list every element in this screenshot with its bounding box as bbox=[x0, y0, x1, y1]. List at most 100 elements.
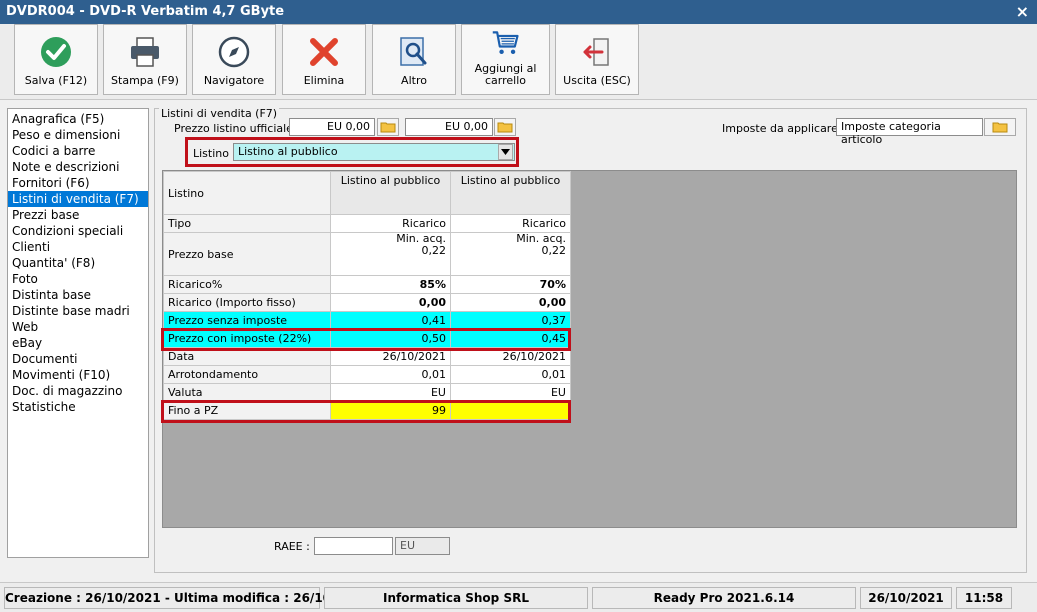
status-company: Informatica Shop SRL bbox=[324, 587, 588, 609]
folder-button-2[interactable] bbox=[494, 118, 516, 136]
price-grid: Listino Listino al pubblico Listino al p… bbox=[161, 170, 1017, 528]
cell-tipo-2[interactable]: Ricarico bbox=[450, 214, 571, 233]
toolbar: Salva (F12) Stampa (F9) Navigatore Elimi… bbox=[0, 24, 1037, 100]
delete-x-icon bbox=[310, 38, 338, 66]
sidebar-item-documenti[interactable]: Documenti bbox=[8, 351, 148, 367]
exit-door-icon bbox=[583, 38, 609, 66]
cell-tipo-1[interactable]: Ricarico bbox=[330, 214, 451, 233]
status-time: 11:58 bbox=[956, 587, 1012, 609]
sidebar-item-condizioni[interactable]: Condizioni speciali bbox=[8, 223, 148, 239]
sidebar-item-doc-magazzino[interactable]: Doc. di magazzino bbox=[8, 383, 148, 399]
header-label-cell: Listino bbox=[163, 171, 331, 215]
folder-icon bbox=[992, 122, 1008, 133]
listino-select[interactable]: Listino al pubblico bbox=[233, 143, 515, 161]
add-to-cart-label: Aggiungi al carrello bbox=[474, 62, 537, 87]
cell-senza-imposte-2[interactable]: 0,37 bbox=[450, 311, 571, 330]
sidebar-item-prezzi-base[interactable]: Prezzi base bbox=[8, 207, 148, 223]
printer-icon bbox=[131, 37, 159, 67]
sidebar-item-movimenti[interactable]: Movimenti (F10) bbox=[8, 367, 148, 383]
status-date: 26/10/2021 bbox=[860, 587, 952, 609]
sidebar-item-foto[interactable]: Foto bbox=[8, 271, 148, 287]
raee-field[interactable] bbox=[314, 537, 393, 555]
cell-valuta-2[interactable]: EU bbox=[450, 383, 571, 402]
folder-icon bbox=[380, 122, 396, 133]
status-version: Ready Pro 2021.6.14 bbox=[592, 587, 856, 609]
row-label-tipo: Tipo bbox=[163, 214, 331, 233]
add-to-cart-button[interactable]: Aggiungi al carrello bbox=[461, 24, 550, 95]
row-label-ricarico-fisso: Ricarico (Importo fisso) bbox=[163, 293, 331, 312]
fino-a-pz-highlight-frame bbox=[161, 400, 571, 423]
cell-ricarico-fisso-2[interactable]: 0,00 bbox=[450, 293, 571, 312]
row-label-valuta: Valuta bbox=[163, 383, 331, 402]
compass-icon bbox=[218, 36, 250, 68]
delete-label: Elimina bbox=[303, 74, 345, 87]
cell-ricarico-pct-2[interactable]: 70% bbox=[450, 275, 571, 294]
cell-ricarico-pct-1[interactable]: 85% bbox=[330, 275, 451, 294]
close-icon[interactable]: × bbox=[1016, 2, 1029, 21]
sidebar-nav: Anagrafica (F5) Peso e dimensioni Codici… bbox=[7, 108, 149, 558]
cell-prezzo-base-1[interactable]: Min. acq. 0,22 bbox=[330, 232, 451, 276]
listino-dropdown-button[interactable] bbox=[498, 144, 513, 160]
chevron-down-icon bbox=[501, 149, 510, 155]
listino-selected-value: Listino al pubblico bbox=[238, 145, 338, 158]
price-table: Listino Listino al pubblico Listino al p… bbox=[163, 171, 571, 420]
group-legend: Listini di vendita (F7) bbox=[159, 107, 280, 120]
status-bar: Creazione : 26/10/2021 - Ultima modifica… bbox=[0, 582, 1037, 612]
folder-button-1[interactable] bbox=[377, 118, 399, 136]
cell-valuta-1[interactable]: EU bbox=[330, 383, 451, 402]
save-label: Salva (F12) bbox=[24, 74, 88, 87]
exit-button[interactable]: Uscita (ESC) bbox=[555, 24, 639, 95]
exit-label: Uscita (ESC) bbox=[563, 74, 631, 87]
sidebar-item-distinta[interactable]: Distinta base bbox=[8, 287, 148, 303]
sidebar-item-quantita[interactable]: Quantita' (F8) bbox=[8, 255, 148, 271]
cell-ricarico-fisso-1[interactable]: 0,00 bbox=[330, 293, 451, 312]
delete-button[interactable]: Elimina bbox=[282, 24, 366, 95]
column-header-1[interactable]: Listino al pubblico bbox=[330, 171, 451, 215]
window-titlebar: DVDR004 - DVD-R Verbatim 4,7 GByte × bbox=[0, 0, 1037, 24]
sidebar-item-listini[interactable]: Listini di vendita (F7) bbox=[8, 191, 148, 207]
sidebar-item-statistiche[interactable]: Statistiche bbox=[8, 399, 148, 415]
sidebar-item-distinte-madri[interactable]: Distinte base madri bbox=[8, 303, 148, 319]
taxes-label: Imposte da applicare : bbox=[722, 122, 846, 135]
checkmark-icon bbox=[41, 37, 71, 67]
print-label: Stampa (F9) bbox=[111, 74, 179, 87]
print-button[interactable]: Stampa (F9) bbox=[103, 24, 187, 95]
cell-senza-imposte-1[interactable]: 0,41 bbox=[330, 311, 451, 330]
search-document-icon bbox=[400, 37, 427, 66]
listino-label: Listino : bbox=[193, 147, 237, 160]
sidebar-item-clienti[interactable]: Clienti bbox=[8, 239, 148, 255]
sidebar-item-ebay[interactable]: eBay bbox=[8, 335, 148, 351]
sidebar-item-codici[interactable]: Codici a barre bbox=[8, 143, 148, 159]
taxes-field[interactable]: Imposte categoria articolo bbox=[836, 118, 983, 146]
navigator-label: Navigatore bbox=[203, 74, 265, 87]
taxes-folder-button[interactable] bbox=[984, 118, 1016, 136]
column-header-2[interactable]: Listino al pubblico bbox=[450, 171, 571, 215]
sidebar-item-note[interactable]: Note e descrizioni bbox=[8, 159, 148, 175]
official-price-field-1[interactable]: EU 0,00 bbox=[289, 118, 375, 136]
sidebar-item-anagrafica[interactable]: Anagrafica (F5) bbox=[8, 111, 148, 127]
cell-prezzo-base-2[interactable]: Min. acq. 0,22 bbox=[450, 232, 571, 276]
con-imposte-highlight-frame bbox=[161, 328, 571, 351]
cell-arrotondamento-1[interactable]: 0,01 bbox=[330, 365, 451, 384]
main-panel: Listini di vendita (F7) Prezzo listino u… bbox=[154, 103, 1027, 576]
save-button[interactable]: Salva (F12) bbox=[14, 24, 98, 95]
status-dates: Creazione : 26/10/2021 - Ultima modifica… bbox=[4, 587, 369, 609]
other-button[interactable]: Altro bbox=[372, 24, 456, 95]
raee-currency: EU bbox=[395, 537, 450, 555]
row-label-prezzo-base: Prezzo base bbox=[163, 232, 331, 276]
navigator-button[interactable]: Navigatore bbox=[192, 24, 276, 95]
official-price-field-2[interactable]: EU 0,00 bbox=[405, 118, 493, 136]
shopping-cart-icon bbox=[492, 31, 519, 55]
row-label-arrotondamento: Arrotondamento bbox=[163, 365, 331, 384]
row-label-senza-imposte: Prezzo senza imposte bbox=[163, 311, 331, 330]
window-title: DVDR004 - DVD-R Verbatim 4,7 GByte bbox=[6, 4, 285, 19]
cell-arrotondamento-2[interactable]: 0,01 bbox=[450, 365, 571, 384]
sidebar-item-web[interactable]: Web bbox=[8, 319, 148, 335]
other-label: Altro bbox=[401, 74, 427, 87]
raee-label: RAEE : bbox=[274, 540, 310, 553]
official-price-label: Prezzo listino ufficiale : bbox=[174, 122, 301, 135]
sidebar-item-fornitori[interactable]: Fornitori (F6) bbox=[8, 175, 148, 191]
folder-icon bbox=[497, 122, 513, 133]
sidebar-item-peso[interactable]: Peso e dimensioni bbox=[8, 127, 148, 143]
row-label-ricarico-pct: Ricarico% bbox=[163, 275, 331, 294]
